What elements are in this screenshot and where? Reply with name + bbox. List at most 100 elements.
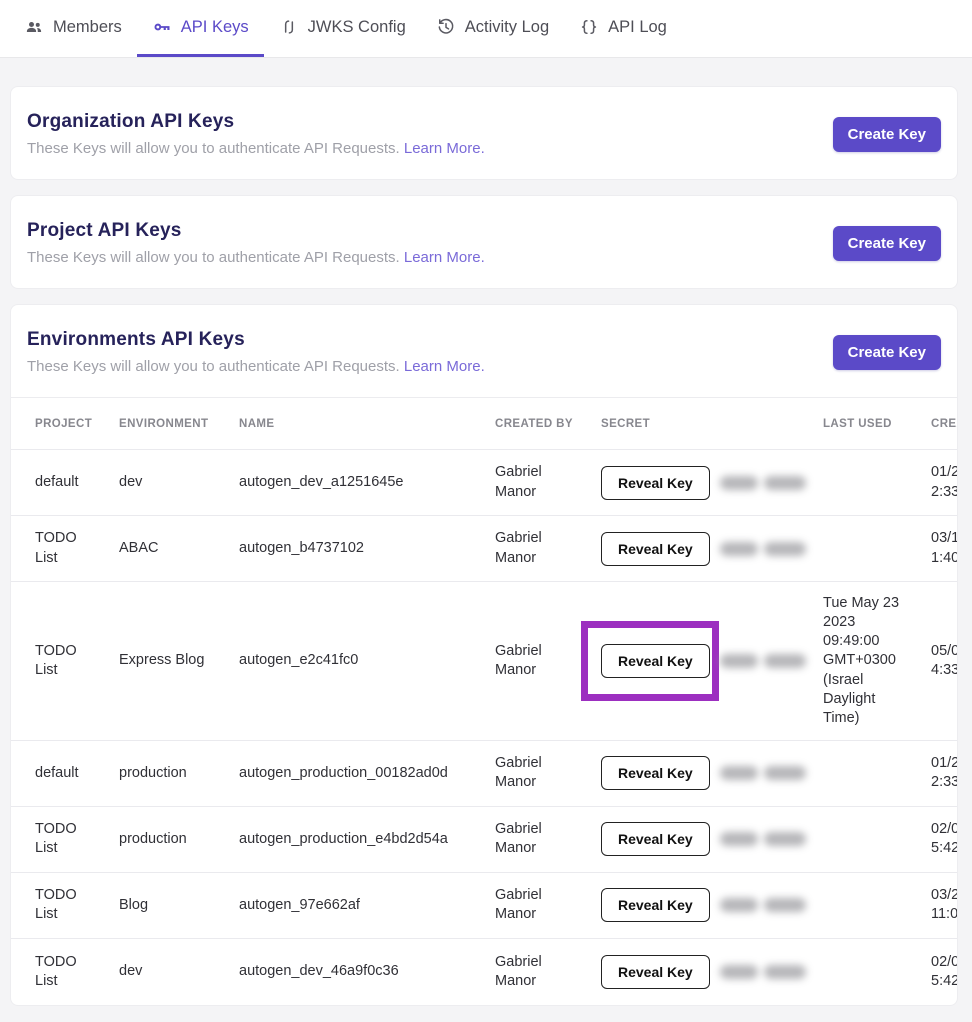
reveal-key-button[interactable]: Reveal Key	[601, 822, 710, 856]
column-header: LAST USED	[823, 418, 931, 430]
table-row: TODO ListExpress Blogautogen_e2c41fc0Gab…	[11, 582, 958, 741]
created-by-cell: Gabriel Manor	[495, 451, 601, 513]
reveal-key-button[interactable]: Reveal Key	[601, 756, 710, 790]
redacted-secret	[720, 832, 806, 846]
created-cell: 05/04/24:33:36	[931, 630, 958, 692]
reveal-key-button[interactable]: Reveal Key	[601, 955, 710, 989]
reveal-key-wrap: Reveal Key	[601, 955, 710, 989]
environment-cell: production	[119, 818, 239, 861]
last-used-cell	[823, 761, 931, 785]
name-cell: autogen_production_e4bd2d54a	[239, 818, 495, 861]
braces-icon	[579, 17, 599, 37]
created-by-cell: Gabriel Manor	[495, 742, 601, 804]
created-time: 4:33:36	[931, 661, 958, 680]
secret-cell: Reveal Key	[601, 744, 823, 802]
last-used-cell	[823, 471, 931, 495]
history-icon	[436, 17, 456, 37]
project-cell: TODO List	[35, 808, 119, 870]
redacted-secret	[720, 542, 806, 556]
learn-more-link[interactable]: Learn More.	[404, 358, 485, 375]
created-by-cell: Gabriel Manor	[495, 808, 601, 870]
project-cell: TODO List	[35, 630, 119, 692]
tab-jwks-config[interactable]: JWKS Config	[264, 0, 421, 57]
tab-api-log[interactable]: API Log	[564, 0, 682, 57]
environments-api-keys-card: Environments API Keys These Keys will al…	[10, 304, 958, 1006]
reveal-key-button[interactable]: Reveal Key	[601, 532, 710, 566]
secret-cell: Reveal Key	[601, 454, 823, 512]
created-by-cell: Gabriel Manor	[495, 517, 601, 579]
column-header: SECRET	[601, 418, 823, 430]
reveal-key-button[interactable]: Reveal Key	[601, 466, 710, 500]
created-time: 2:33:07	[931, 483, 958, 502]
environment-cell: ABAC	[119, 527, 239, 570]
table-row: defaultdevautogen_dev_a1251645eGabriel M…	[11, 450, 958, 516]
last-used-cell	[823, 893, 931, 917]
reveal-key-wrap: Reveal Key	[601, 822, 710, 856]
created-time: 11:09:2	[931, 905, 958, 924]
tab-label: Activity Log	[465, 18, 549, 37]
created-time: 2:33:07	[931, 773, 958, 792]
settings-tabbar: Members API Keys JWKS Config Activity Log AP…	[0, 0, 972, 58]
reveal-key-wrap: Reveal Key	[601, 532, 710, 566]
card-title: Project API Keys	[27, 220, 485, 242]
table-row: defaultproductionautogen_production_0018…	[11, 741, 958, 807]
name-cell: autogen_b4737102	[239, 527, 495, 570]
created-cell: 03/15/21:40:59	[931, 517, 958, 579]
project-api-keys-card: Project API Keys These Keys will allow y…	[10, 195, 958, 289]
secret-cell: Reveal Key	[601, 876, 823, 934]
reveal-key-button[interactable]: Reveal Key	[601, 644, 710, 678]
last-used-cell: Tue May 23 2023 09:49:00 GMT+0300 (Israe…	[823, 582, 931, 740]
secret-cell: Reveal Key	[601, 520, 823, 578]
table-row: TODO ListABACautogen_b4737102Gabriel Man…	[11, 516, 958, 582]
column-header: NAME	[239, 418, 495, 430]
create-key-button[interactable]: Create Key	[833, 226, 941, 261]
create-key-button[interactable]: Create Key	[833, 117, 941, 152]
last-used-cell	[823, 827, 931, 851]
tab-activity-log[interactable]: Activity Log	[421, 0, 564, 57]
name-cell: autogen_production_00182ad0d	[239, 752, 495, 795]
org-api-keys-card: Organization API Keys These Keys will al…	[10, 86, 958, 180]
created-date: 01/25/2	[931, 463, 958, 482]
created-cell: 02/01/25:42:16	[931, 808, 958, 870]
learn-more-link[interactable]: Learn More.	[404, 249, 485, 266]
created-by-cell: Gabriel Manor	[495, 630, 601, 692]
column-header: ENVIRONMENT	[119, 418, 239, 430]
environment-cell: dev	[119, 461, 239, 504]
project-cell: default	[35, 461, 119, 504]
reveal-key-button[interactable]: Reveal Key	[601, 888, 710, 922]
created-date: 01/25/2	[931, 754, 958, 773]
environment-cell: production	[119, 752, 239, 795]
redacted-secret	[720, 965, 806, 979]
created-cell: 01/25/22:33:07	[931, 451, 958, 513]
redacted-secret	[720, 898, 806, 912]
project-cell: TODO List	[35, 941, 119, 1003]
environment-cell: Blog	[119, 884, 239, 927]
create-key-button[interactable]: Create Key	[833, 335, 941, 370]
created-time: 5:42:16	[931, 972, 958, 991]
members-icon	[24, 17, 44, 37]
created-date: 03/22/2	[931, 886, 958, 905]
created-date: 03/15/2	[931, 529, 958, 548]
created-date: 02/01/2	[931, 820, 958, 839]
learn-more-link[interactable]: Learn More.	[404, 140, 485, 157]
tab-members[interactable]: Members	[9, 0, 137, 57]
tab-label: Members	[53, 18, 122, 37]
reveal-key-wrap: Reveal Key	[601, 756, 710, 790]
project-cell: default	[35, 752, 119, 795]
card-description: These Keys will allow you to authenticat…	[27, 140, 485, 157]
column-header: CREATED BY	[495, 418, 601, 430]
card-description: These Keys will allow you to authenticat…	[27, 249, 485, 266]
key-icon	[152, 17, 172, 37]
api-keys-table: PROJECTENVIRONMENTNAMECREATED BYSECRETLA…	[11, 397, 957, 1005]
table-row: TODO ListBlogautogen_97e662afGabriel Man…	[11, 873, 958, 939]
project-cell: TODO List	[35, 874, 119, 936]
page-content: Organization API Keys These Keys will al…	[0, 58, 972, 1022]
tab-api-keys[interactable]: API Keys	[137, 0, 264, 57]
created-cell: 03/22/211:09:2	[931, 874, 958, 936]
jwks-icon	[279, 17, 299, 37]
tab-label: API Keys	[181, 18, 249, 37]
created-time: 1:40:59	[931, 549, 958, 568]
card-title: Environments API Keys	[27, 329, 485, 351]
created-time: 5:42:16	[931, 839, 958, 858]
environment-cell: dev	[119, 950, 239, 993]
